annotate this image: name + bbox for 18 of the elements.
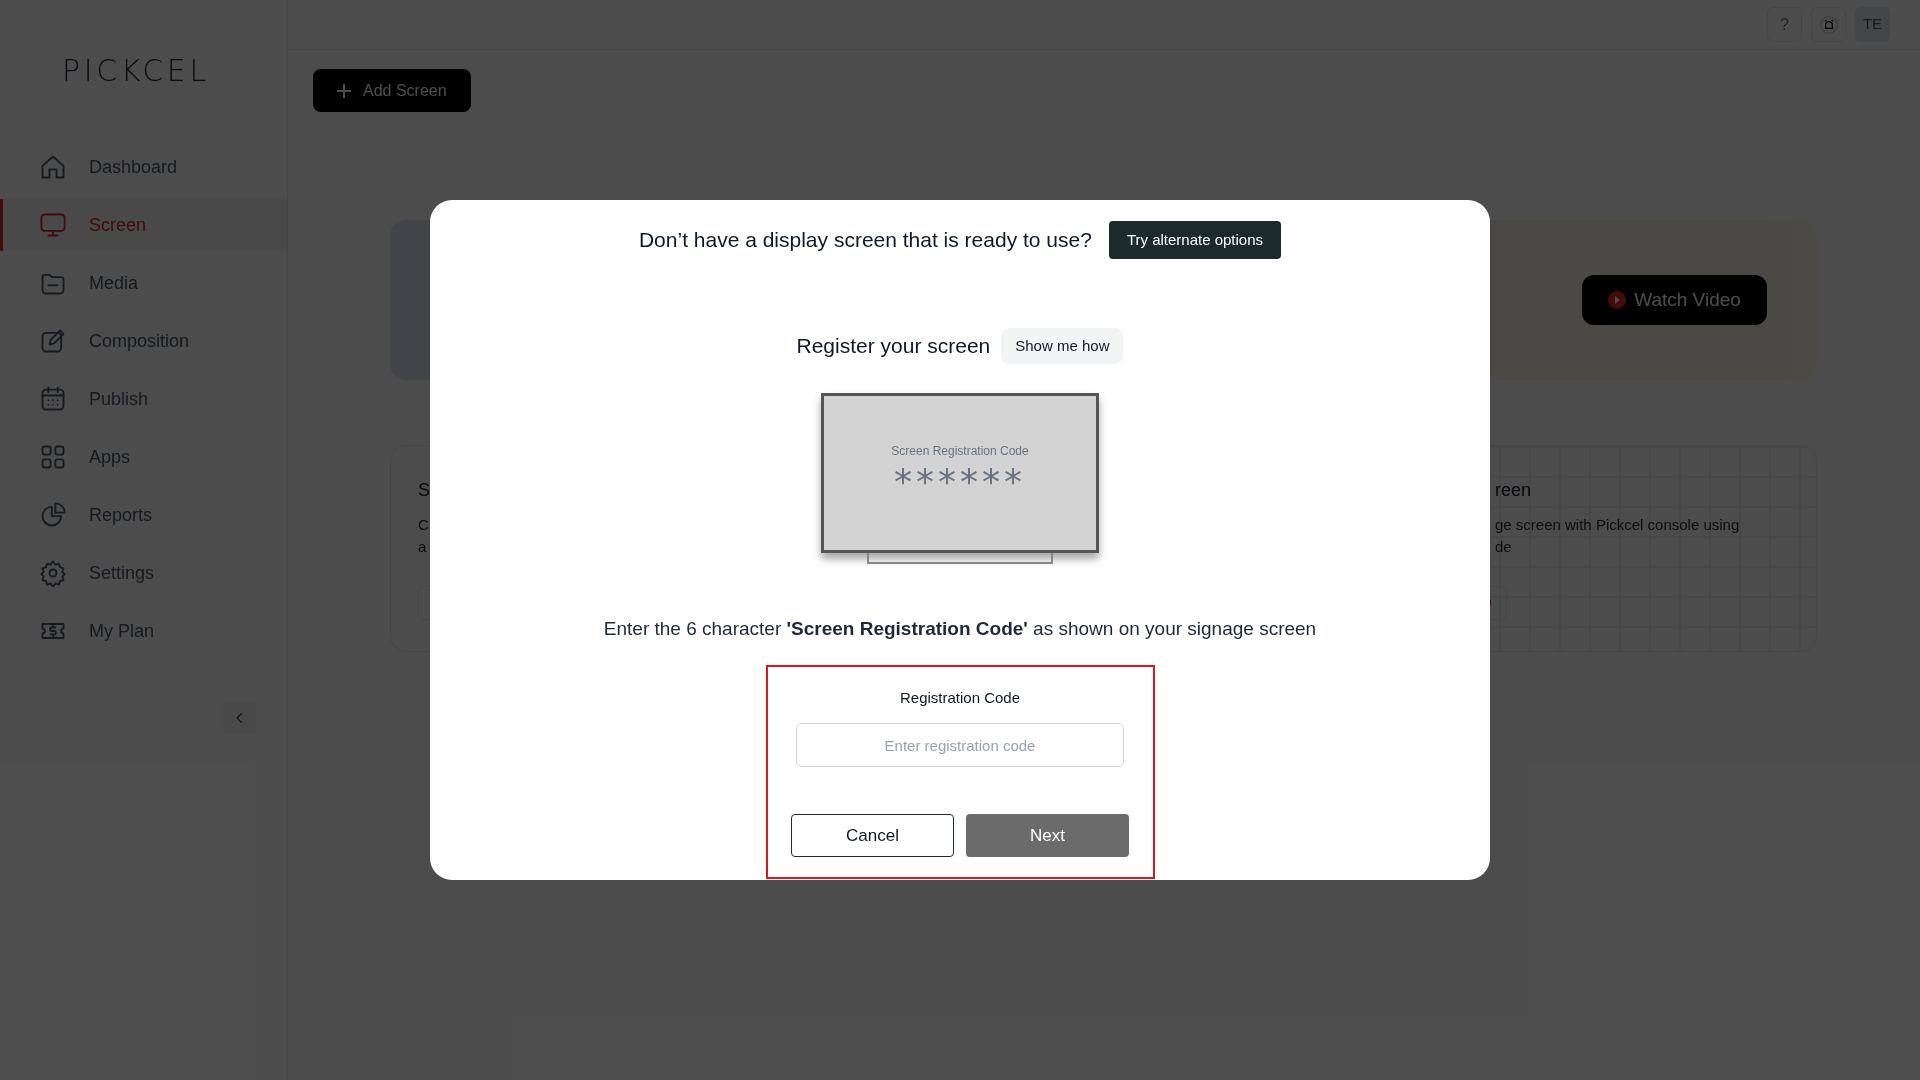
show-me-how-button[interactable]: Show me how [1001, 328, 1124, 364]
card-title: reen [1495, 479, 1533, 502]
alternate-options-button[interactable]: Try alternate options [1108, 221, 1282, 259]
card-text: a [418, 537, 428, 557]
tv-label: Screen Registration Code [891, 443, 1029, 460]
field-label: Registration Code [899, 687, 1021, 708]
cancel-button[interactable]: Cancel [791, 814, 954, 857]
next-button[interactable]: Next [966, 814, 1129, 857]
logo: PICKCEL [62, 52, 210, 90]
instruction-text: Enter the 6 character 'Screen Registration Code' as shown on your signage screen [603, 617, 1317, 641]
card-text: C [418, 515, 430, 535]
dialog-title: Register your screen [796, 333, 991, 360]
registration-code-field[interactable]: Enter registration code [796, 723, 1124, 767]
card-text: de [1495, 537, 1513, 557]
code-mask: ****** [894, 464, 1026, 500]
prompt-text: Don’t have a display screen that is ready to use? [638, 227, 1092, 254]
card-text: ge screen with Pickcel console using [1495, 515, 1741, 535]
card-title: S [418, 479, 431, 502]
